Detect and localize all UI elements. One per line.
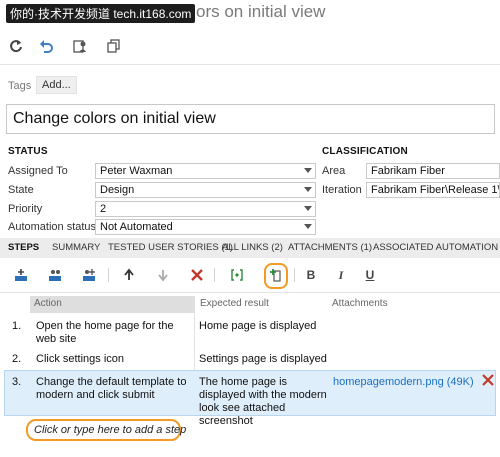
step-number: 3. xyxy=(12,376,22,388)
column-header-action: Action xyxy=(30,296,194,313)
step-number: 1. xyxy=(12,320,22,332)
create-shared-steps-icon[interactable] xyxy=(80,266,98,284)
copy-icon[interactable] xyxy=(106,38,122,54)
area-field[interactable]: Fabrikam Fiber xyxy=(366,163,500,179)
step-action[interactable]: Open the home page for the web site xyxy=(36,320,192,346)
move-up-icon[interactable] xyxy=(120,266,138,284)
step-expected-result[interactable]: Settings page is displayed xyxy=(199,353,331,366)
state-value: Design xyxy=(100,184,135,196)
toolbar-separator xyxy=(294,268,295,282)
insert-step-icon[interactable] xyxy=(12,266,30,284)
attachment-link[interactable]: homepagemodern.png (49K) xyxy=(333,376,474,388)
assigned-to-label: Assigned To xyxy=(8,165,68,177)
divider xyxy=(0,64,500,65)
tab-attachments[interactable]: ATTACHMENTS (1) xyxy=(288,242,372,253)
insert-parameter-icon[interactable] xyxy=(228,266,246,284)
toolbar-separator xyxy=(214,268,215,282)
tab-steps[interactable]: STEPS xyxy=(8,242,39,253)
priority-field[interactable]: 2 xyxy=(95,201,316,217)
state-label: State xyxy=(8,184,34,196)
chevron-down-icon xyxy=(304,168,312,173)
state-field[interactable]: Design xyxy=(95,182,316,198)
iteration-field[interactable]: Fabrikam Fiber\Release 1\Sprint 2 xyxy=(366,182,500,198)
tags-label: Tags xyxy=(8,80,32,92)
underline-button[interactable]: U xyxy=(361,266,379,284)
tab-associated-automation[interactable]: ASSOCIATED AUTOMATION xyxy=(373,242,498,253)
automation-status-value: Not Automated xyxy=(100,221,173,233)
tab-tested-user-stories[interactable]: TESTED USER STORIES (1) xyxy=(108,242,233,253)
delete-step-icon[interactable] xyxy=(188,266,206,284)
step-action[interactable]: Change the default template to modern an… xyxy=(36,376,192,402)
column-header-attachments: Attachments xyxy=(332,298,388,309)
bold-button[interactable]: B xyxy=(302,266,320,284)
chevron-down-icon xyxy=(304,187,312,192)
add-step-input[interactable]: Click or type here to add a step xyxy=(26,419,186,441)
classification-heading: CLASSIFICATION xyxy=(322,146,408,157)
toolbar-separator xyxy=(108,268,109,282)
watermark: 你的·技术开发频道 tech.it168.com xyxy=(6,4,196,23)
italic-button[interactable]: I xyxy=(332,266,350,284)
insert-shared-steps-icon[interactable] xyxy=(46,266,64,284)
area-label: Area xyxy=(322,165,346,177)
divider xyxy=(0,292,500,293)
add-attachment-icon[interactable] xyxy=(267,266,285,284)
undo-icon[interactable] xyxy=(38,38,54,54)
move-down-icon[interactable] xyxy=(154,266,172,284)
assigned-to-field[interactable]: Peter Waxman xyxy=(95,163,316,179)
permissions-icon[interactable] xyxy=(72,38,88,54)
automation-status-field[interactable]: Not Automated xyxy=(95,219,316,235)
chevron-down-icon xyxy=(304,224,312,229)
add-tag-button[interactable]: Add... xyxy=(36,76,77,94)
iteration-label: Iteration xyxy=(322,184,362,196)
work-item-title-input[interactable]: Change colors on initial view xyxy=(6,104,495,134)
assigned-to-value: Peter Waxman xyxy=(100,165,173,177)
chevron-down-icon xyxy=(304,206,312,211)
step-expected-result[interactable]: Home page is displayed xyxy=(199,320,331,333)
priority-value: 2 xyxy=(100,203,107,215)
tab-all-links[interactable]: ALL LINKS (2) xyxy=(222,242,283,253)
delete-attachment-icon[interactable] xyxy=(482,374,494,386)
refresh-icon[interactable] xyxy=(8,38,24,54)
step-action[interactable]: Click settings icon xyxy=(36,353,192,366)
column-header-expected-result: Expected result xyxy=(200,298,269,309)
automation-status-label: Automation status xyxy=(8,221,97,233)
step-number: 2. xyxy=(12,353,22,365)
step-expected-result[interactable]: The home page is displayed with the mode… xyxy=(199,376,331,428)
status-heading: STATUS xyxy=(8,146,48,157)
priority-label: Priority xyxy=(8,203,43,215)
tab-summary[interactable]: SUMMARY xyxy=(52,242,100,253)
